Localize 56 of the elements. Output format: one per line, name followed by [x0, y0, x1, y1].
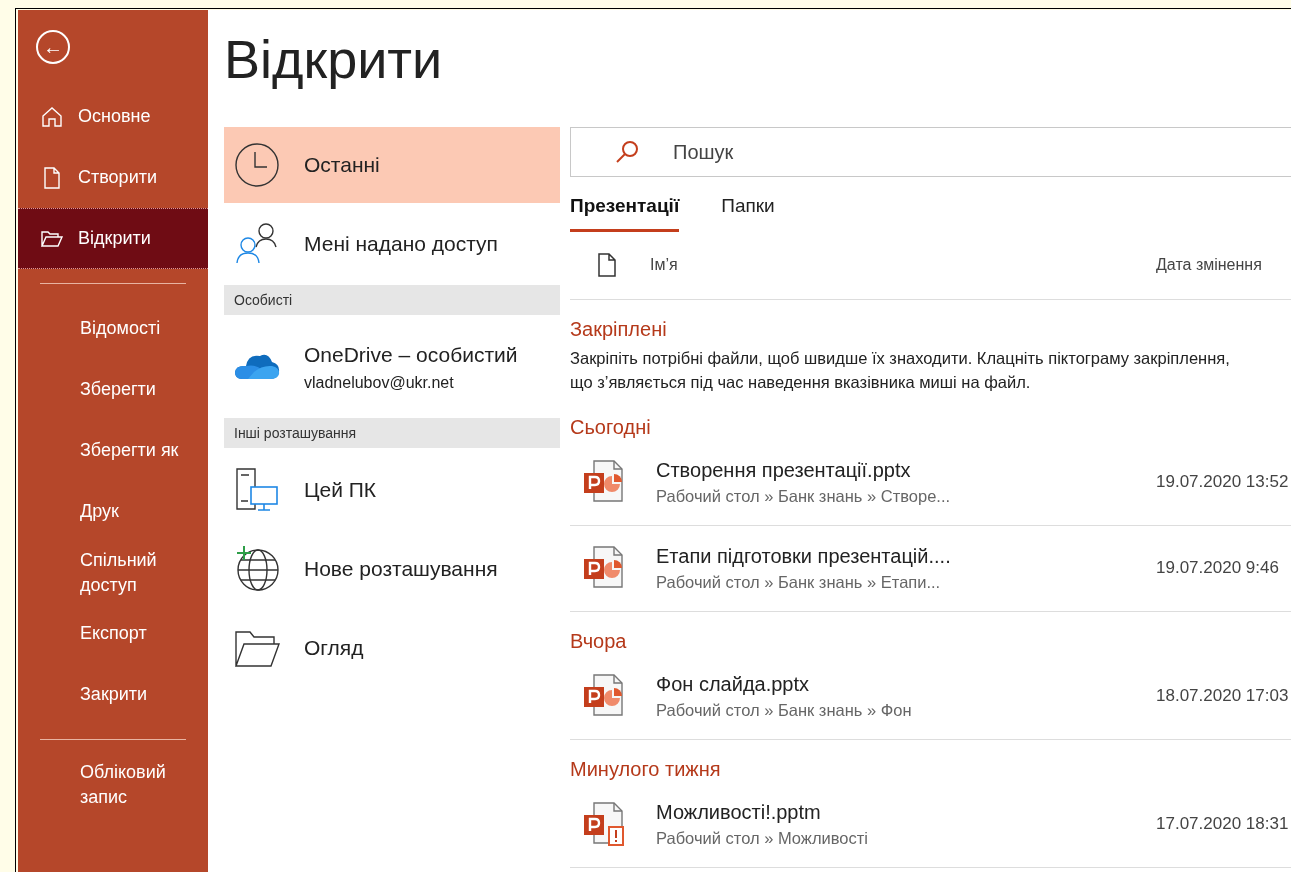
group-heading: Минулого тижня: [570, 756, 722, 782]
section-header: Особисті: [224, 285, 560, 315]
modified-date: 19.07.2020 13:52: [1156, 471, 1290, 494]
modified-date: 18.07.2020 17:03: [1156, 685, 1290, 708]
group-heading: Сьогодні: [570, 414, 652, 440]
sidebar-item[interactable]: Спільний доступ: [18, 542, 208, 603]
file-name: Фон слайда.pptx: [656, 672, 811, 697]
location-item[interactable]: Цей ПК: [224, 452, 560, 528]
page-title: Відкрити: [224, 28, 444, 91]
sidebar-item[interactable]: Експорт: [18, 603, 208, 664]
modified-date: 19.07.2020 9:46: [1156, 557, 1280, 580]
sidebar-item[interactable]: Основне: [18, 86, 208, 147]
file-name: Можливості!.pptm: [656, 800, 822, 825]
location-item[interactable]: Мені надано доступ: [224, 206, 560, 282]
file-path: Рабочий стол » Банк знань » Створе...: [656, 486, 952, 507]
file-row[interactable]: Створення презентації.pptx Рабочий стол » Банк знань » Створе... 19.07.2020 13:52: [570, 439, 1291, 526]
pinned-hint: Закріпіть потрібні файли, щоб швидше їх знаходити. Клацніть піктограму закріплення, що з’являється під час наведення вказівника миші на файл.: [570, 347, 1231, 393]
globe-plus-icon: [234, 546, 280, 592]
column-header[interactable]: Дата змінення: [1156, 253, 1291, 277]
group-heading: Вчора: [570, 628, 628, 654]
column-header[interactable]: Ім’я: [650, 253, 1156, 277]
sidebar-item[interactable]: Створити: [18, 147, 208, 208]
file-path: Рабочий стол » Банк знань » Етапи...: [656, 572, 942, 593]
location-item[interactable]: Нове розташування: [224, 531, 560, 607]
document-icon: [595, 252, 619, 278]
sidebar-item[interactable]: Відкрити: [18, 208, 208, 269]
sidebar-item[interactable]: Обліковий запис: [18, 754, 208, 815]
account-email: vladnelubov@ukr.net: [304, 372, 455, 393]
file-path: Рабочий стол » Можливості: [656, 828, 869, 849]
location-item[interactable]: OneDrive – особистий vladnelubov@ukr.net: [224, 319, 560, 415]
back-button[interactable]: ←: [36, 30, 70, 64]
modified-date: 17.07.2020 18:31: [1156, 813, 1290, 836]
group-heading: Закріплені: [570, 316, 668, 342]
file-row[interactable]: Фон слайда.pptx Рабочий стол » Банк знань » Фон 18.07.2020 17:03: [570, 653, 1291, 740]
tab[interactable]: Презентації: [570, 192, 680, 232]
file-path: Рабочий стол » Банк знань » Фон: [656, 700, 913, 721]
sidebar-item[interactable]: Відомості: [18, 298, 208, 359]
sidebar-item[interactable]: Друк: [18, 481, 208, 542]
section-header: Інші розташування: [224, 418, 560, 448]
tab[interactable]: Папки: [721, 192, 775, 232]
search-field[interactable]: Пошук: [570, 127, 1291, 177]
sidebar-item[interactable]: Зберегти: [18, 359, 208, 420]
file-row[interactable]: Можливості!.pptm Рабочий стол » Можливості 17.07.2020 18:31: [570, 781, 1291, 868]
file-row[interactable]: Етапи підготовки презентацій.... Рабочий стол » Банк знань » Етапи... 19.07.2020 9:46: [570, 525, 1291, 612]
cloud-icon: [234, 352, 280, 382]
sidebar-item[interactable]: Зберегти як: [18, 420, 208, 481]
file-name: Створення презентації.pptx: [656, 458, 912, 483]
computer-icon: [234, 467, 280, 513]
clock-icon: [234, 142, 280, 188]
file-name: Етапи підготовки презентацій....: [656, 544, 952, 569]
sidebar-item[interactable]: Закрити: [18, 664, 208, 725]
location-item[interactable]: Останні: [224, 127, 560, 203]
search-icon: [614, 139, 640, 165]
location-name: OneDrive – особистий: [304, 342, 518, 369]
folder-icon: [234, 628, 280, 668]
location-item[interactable]: Огляд: [224, 610, 560, 686]
